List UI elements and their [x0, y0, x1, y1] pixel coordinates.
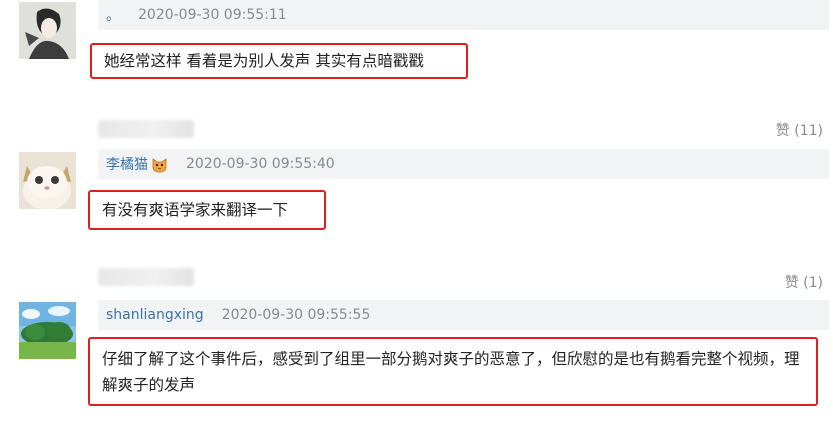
username-link[interactable]: 李橘猫 [106, 154, 148, 174]
comment-text: 有没有爽语学家来翻译一下 [102, 201, 289, 219]
avatar-user-2[interactable] [19, 152, 76, 209]
comment-text: 仔细了解了这个事件后，感受到了组里一部分鹅对爽子的恶意了，但欣慰的是也有鹅看完整… [102, 350, 800, 394]
blurred-reply-username [98, 268, 194, 286]
blurred-reply-username [98, 120, 194, 138]
comment-timestamp: 2020-09-30 09:55:11 [138, 7, 287, 23]
avatar-user-3[interactable] [19, 302, 76, 359]
comment-header-1: 。 2020-09-30 09:55:11 [98, 0, 829, 30]
username-link[interactable]: shanliangxing [106, 307, 204, 323]
comment-text-highlighted: 仔细了解了这个事件后，感受到了组里一部分鹅对爽子的恶意了，但欣慰的是也有鹅看完整… [88, 337, 818, 406]
cat-avatar-icon [19, 152, 76, 209]
comment-header-2: 李橘猫 2020-09-30 09:55:40 [98, 149, 829, 179]
comment-timestamp: 2020-09-30 09:55:40 [186, 156, 335, 172]
avatar-user-1[interactable] [19, 2, 76, 59]
comment-text-highlighted: 有没有爽语学家来翻译一下 [88, 190, 326, 230]
cat-face-emoji-icon [151, 156, 168, 173]
username-link[interactable]: 。 [106, 5, 120, 25]
comment-timestamp: 2020-09-30 09:55:55 [221, 307, 371, 323]
like-button[interactable]: 赞 (1) [785, 272, 823, 292]
landscape-avatar-icon [19, 302, 76, 359]
comment-header-3: shanliangxing 2020-09-30 09:55:55 [98, 300, 829, 330]
like-button[interactable]: 赞 (11) [776, 120, 823, 140]
comment-text-highlighted: 她经常这样 看着是为别人发声 其实有点暗戳戳 [90, 43, 468, 79]
comment-text: 她经常这样 看着是为别人发声 其实有点暗戳戳 [104, 52, 424, 70]
avatar-illustration-icon [19, 2, 76, 59]
